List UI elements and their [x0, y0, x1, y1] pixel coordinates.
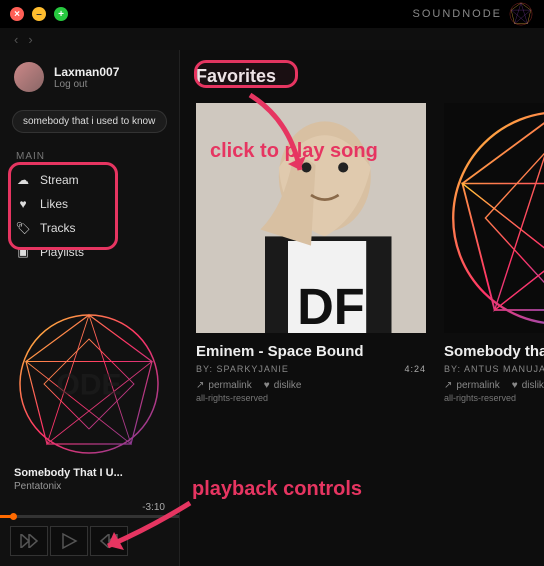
- track-byline: BY: ANTUS MANUJA: [444, 364, 544, 374]
- nav-back-button[interactable]: ‹: [14, 32, 18, 47]
- track-title: Somebody that I used to know - Gotye (: [444, 343, 544, 360]
- track-license: all-rights-reserved: [444, 393, 544, 403]
- dislike-button[interactable]: ♥dislike: [264, 380, 302, 391]
- svg-text:ODE: ODE: [56, 369, 121, 402]
- track-art[interactable]: [444, 103, 544, 333]
- now-playing-title: Somebody That I U...: [14, 467, 165, 479]
- sidebar: Laxman007 Log out MAIN ☁ Stream ♥ Likes …: [0, 50, 180, 566]
- progress-bar[interactable]: [0, 515, 179, 518]
- nav-forward-button[interactable]: ›: [28, 32, 32, 47]
- previous-button[interactable]: [10, 526, 48, 556]
- link-icon: ↗: [444, 380, 452, 391]
- page-title: Favorites: [196, 66, 544, 87]
- sidebar-item-label: Stream: [40, 173, 79, 187]
- sidebar-item-label: Likes: [40, 197, 68, 211]
- sidebar-section-label: MAIN: [0, 147, 179, 166]
- play-button[interactable]: [50, 526, 88, 556]
- heart-icon: ♥: [512, 380, 518, 391]
- now-playing-time: -3:10: [0, 498, 179, 515]
- track-title: Eminem - Space Bound: [196, 343, 426, 360]
- username: Laxman007: [54, 65, 119, 79]
- minimize-window-button[interactable]: –: [32, 7, 46, 21]
- sidebar-item-likes[interactable]: ♥ Likes: [6, 192, 173, 216]
- cloud-icon: ☁: [16, 173, 30, 187]
- sidebar-item-label: Playlists: [40, 245, 84, 259]
- brand: SOUNDNODE: [412, 1, 534, 27]
- track-license: all-rights-reserved: [196, 393, 426, 403]
- sidebar-item-stream[interactable]: ☁ Stream: [6, 168, 173, 192]
- sidebar-item-label: Tracks: [40, 221, 76, 235]
- track-list: DF Eminem - Space Bound BY: SPARKYJANIE …: [196, 103, 544, 403]
- tag-icon: 🏷: [16, 221, 30, 235]
- content: Favorites DF Eminem - S: [180, 50, 544, 566]
- track-card[interactable]: DF Eminem - Space Bound BY: SPARKYJANIE …: [196, 103, 426, 403]
- playback-controls: [0, 524, 179, 566]
- sidebar-item-playlists[interactable]: ▣ Playlists: [6, 240, 173, 264]
- next-button[interactable]: [90, 526, 128, 556]
- track-duration: 4:24: [404, 364, 426, 374]
- sidebar-nav: ☁ Stream ♥ Likes 🏷 Tracks ▣ Playlists: [0, 166, 179, 266]
- playlist-icon: ▣: [16, 245, 30, 259]
- history-nav: ‹ ›: [0, 28, 544, 50]
- user-block: Laxman007 Log out: [0, 50, 179, 104]
- brand-text: SOUNDNODE: [412, 8, 502, 20]
- close-window-button[interactable]: ×: [10, 7, 24, 21]
- permalink-link[interactable]: ↗permalink: [444, 380, 500, 391]
- window-controls: × – +: [10, 7, 68, 21]
- svg-text:DF: DF: [297, 278, 364, 333]
- now-playing-artist: Pentatonix: [14, 481, 165, 492]
- heart-icon: ♥: [264, 380, 270, 391]
- permalink-link[interactable]: ↗permalink: [196, 380, 252, 391]
- avatar[interactable]: [14, 62, 44, 92]
- track-art[interactable]: DF: [196, 103, 426, 333]
- track-card[interactable]: Somebody that I used to know - Gotye ( B…: [444, 103, 544, 403]
- search-input[interactable]: [12, 110, 167, 133]
- link-icon: ↗: [196, 380, 204, 391]
- logout-link[interactable]: Log out: [54, 79, 119, 90]
- titlebar: × – + SOUNDNODE: [0, 0, 544, 28]
- now-playing: ODE Somebody That I U... Pentatonix: [0, 299, 179, 498]
- maximize-window-button[interactable]: +: [54, 7, 68, 21]
- brand-logo-icon: [508, 1, 534, 27]
- dislike-button[interactable]: ♥dislike: [512, 380, 544, 391]
- heart-icon: ♥: [16, 197, 30, 211]
- now-playing-art[interactable]: ODE: [14, 309, 164, 459]
- track-byline: BY: SPARKYJANIE: [196, 364, 289, 374]
- sidebar-item-tracks[interactable]: 🏷 Tracks: [6, 216, 173, 240]
